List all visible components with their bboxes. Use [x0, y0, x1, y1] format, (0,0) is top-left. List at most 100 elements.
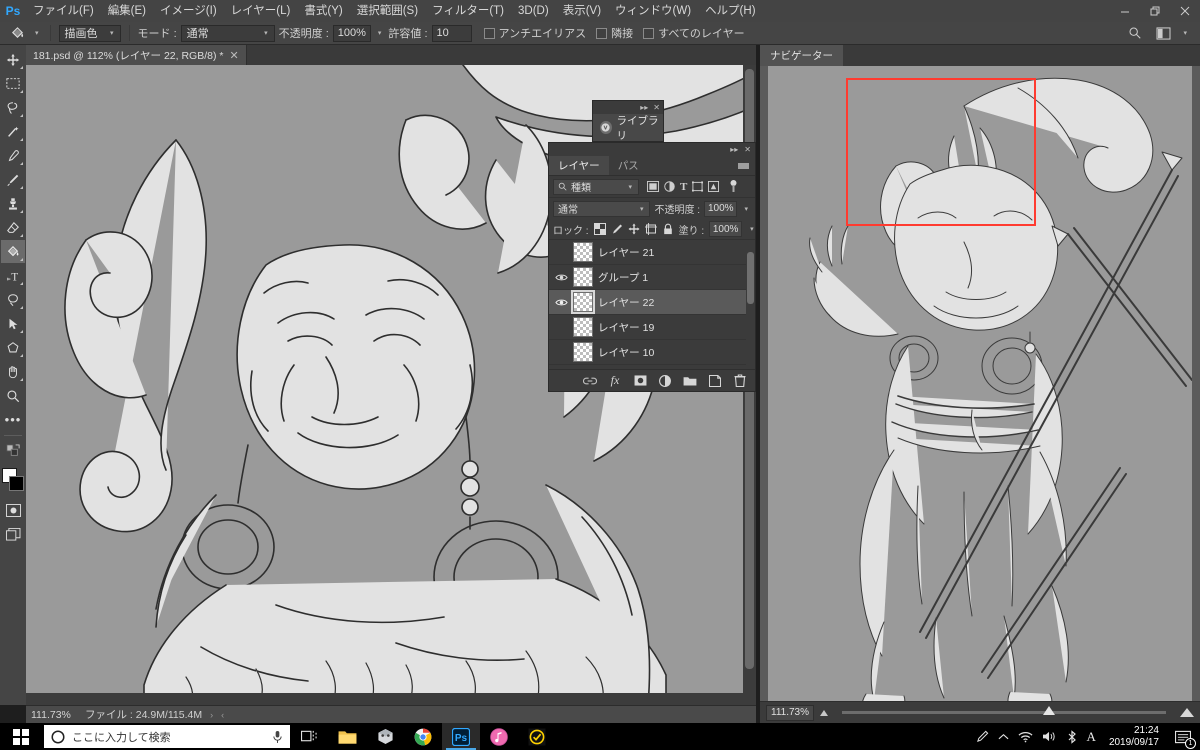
lock-image-icon[interactable] [611, 222, 623, 236]
chrome-icon[interactable] [404, 723, 442, 750]
menu-window[interactable]: ウィンドウ(W) [608, 0, 698, 22]
marquee-tool[interactable] [1, 72, 25, 95]
new-layer-icon[interactable] [708, 374, 722, 388]
itunes-icon[interactable] [480, 723, 518, 750]
color-swatches[interactable] [1, 467, 25, 493]
workspace-icon[interactable] [1152, 24, 1174, 43]
type-tool[interactable]: T [1, 264, 25, 287]
eyedropper-tool[interactable] [1, 144, 25, 167]
lock-transparent-icon[interactable] [593, 222, 606, 236]
adjustment-layer-icon[interactable] [658, 374, 672, 388]
layer-filter-kind-select[interactable]: 種類 ▾ [553, 178, 639, 195]
tolerance-input[interactable]: 10 [431, 24, 472, 42]
more-tools-button[interactable]: ••• [1, 408, 25, 431]
navigator-zoom-slider[interactable] [842, 706, 1166, 715]
opacity-input[interactable]: 100% [332, 24, 371, 42]
layers-list-scrollbar[interactable] [746, 240, 755, 369]
collapse-icon[interactable]: ▸▸ [640, 103, 648, 112]
menu-type[interactable]: 書式(Y) [297, 0, 349, 22]
move-tool[interactable] [1, 48, 25, 71]
layer-visibility-toggle[interactable] [551, 290, 571, 315]
restore-button[interactable] [1140, 0, 1170, 22]
filter-type-icon[interactable]: T [680, 181, 687, 193]
search-icon[interactable] [1124, 24, 1146, 43]
windows-start-icon[interactable] [0, 723, 42, 750]
layer-visibility-toggle[interactable] [551, 265, 571, 290]
menu-help[interactable]: ヘルプ(H) [698, 0, 762, 22]
layer-thumbnail[interactable] [573, 292, 593, 312]
screen-mode-icon[interactable] [1, 523, 25, 546]
task-view-icon[interactable] [290, 723, 328, 750]
photoshop-icon[interactable]: Ps [442, 723, 480, 750]
microphone-icon[interactable] [272, 730, 283, 744]
delete-layer-icon[interactable] [733, 374, 747, 388]
lock-artboard-icon[interactable] [644, 222, 657, 236]
app-icon-dark[interactable] [366, 723, 404, 750]
magic-wand-tool[interactable] [1, 120, 25, 143]
filter-adjustment-icon[interactable] [664, 181, 675, 192]
norton-icon[interactable] [518, 723, 556, 750]
status-zoom-level[interactable]: 111.73% [31, 709, 77, 721]
menu-edit[interactable]: 編集(E) [101, 0, 153, 22]
layer-row-2[interactable]: グループ 1 [549, 265, 755, 290]
filter-shape-icon[interactable] [692, 181, 704, 192]
tab-navigator[interactable]: ナビゲーター [760, 45, 843, 66]
status-expand-arrow[interactable]: › [210, 710, 213, 720]
layer-opacity-input[interactable]: 100% [704, 200, 738, 217]
layer-mask-icon[interactable] [633, 374, 647, 388]
panel-menu-icon[interactable] [738, 156, 755, 175]
all-layers-checkbox[interactable]: すべてのレイヤー [643, 25, 745, 41]
document-tab[interactable]: 181.psd @ 112% (レイヤー 22, RGB/8) * ✕ [26, 45, 247, 65]
navigator-view[interactable] [760, 66, 1200, 723]
taskbar-search-box[interactable]: ここに入力して検索 [44, 725, 290, 748]
minimize-button[interactable] [1110, 0, 1140, 22]
clone-stamp-tool[interactable] [1, 192, 25, 215]
menu-image[interactable]: イメージ(I) [153, 0, 224, 22]
navigator-zoom-slider-knob[interactable] [1042, 706, 1055, 715]
filter-pixel-icon[interactable] [647, 181, 659, 192]
close-button[interactable] [1170, 0, 1200, 22]
ime-icon[interactable]: A [1087, 729, 1096, 745]
lock-all-icon[interactable] [662, 222, 674, 236]
zoom-out-icon[interactable] [820, 709, 828, 716]
filter-toggle-icon[interactable] [729, 180, 738, 193]
blend-mode-select[interactable]: 通常 ▾ [180, 24, 275, 42]
lasso-tool[interactable] [1, 96, 25, 119]
hand-tool[interactable] [1, 360, 25, 383]
file-explorer-icon[interactable] [328, 723, 366, 750]
menu-layer[interactable]: レイヤー(L) [224, 0, 298, 22]
zoom-in-icon[interactable] [1180, 708, 1194, 717]
layer-visibility-toggle[interactable] [551, 340, 571, 365]
paint-bucket-icon[interactable] [6, 24, 28, 43]
default-colors-icon[interactable] [1, 439, 25, 462]
layer-fill-input[interactable]: 100% [709, 221, 743, 237]
menu-file[interactable]: ファイル(F) [26, 0, 101, 22]
layer-thumbnail[interactable] [573, 267, 593, 287]
fill-source-select[interactable]: 描画色 ▾ [58, 24, 121, 42]
new-group-icon[interactable] [683, 374, 697, 388]
taskbar-clock[interactable]: 21:24 2019/09/17 [1105, 725, 1163, 749]
menu-filter[interactable]: フィルター(T) [425, 0, 511, 22]
path-selection-tool[interactable] [1, 312, 25, 335]
close-icon[interactable]: ✕ [229, 49, 238, 62]
navigator-thumbnail[interactable] [768, 66, 1193, 717]
background-color-swatch[interactable] [9, 476, 24, 491]
brush-tool[interactable] [1, 168, 25, 191]
layer-thumbnail[interactable] [573, 242, 593, 262]
status-collapse-arrow[interactable]: ‹ [221, 710, 224, 720]
layers-list-scroll-thumb[interactable] [747, 252, 754, 304]
layer-blend-mode-select[interactable]: 通常 ▾ [553, 200, 651, 217]
layer-row-1[interactable]: レイヤー 21 [549, 240, 755, 265]
layer-fill-caret[interactable]: ▾ [747, 225, 757, 233]
zoom-tool[interactable] [1, 384, 25, 407]
volume-icon[interactable] [1042, 730, 1057, 743]
lock-position-icon[interactable] [628, 222, 640, 236]
bluetooth-icon[interactable] [1066, 729, 1078, 744]
pen-tool[interactable] [1, 288, 25, 311]
tool-preset-caret[interactable]: ▾ [32, 29, 42, 37]
layer-row-4[interactable]: レイヤー 19 [549, 315, 755, 340]
eraser-tool[interactable] [1, 216, 25, 239]
tab-library[interactable]: ライブラリ [593, 114, 663, 142]
workspace-caret[interactable]: ▾ [1180, 29, 1190, 37]
collapse-icon[interactable]: ▸▸ [730, 145, 738, 154]
